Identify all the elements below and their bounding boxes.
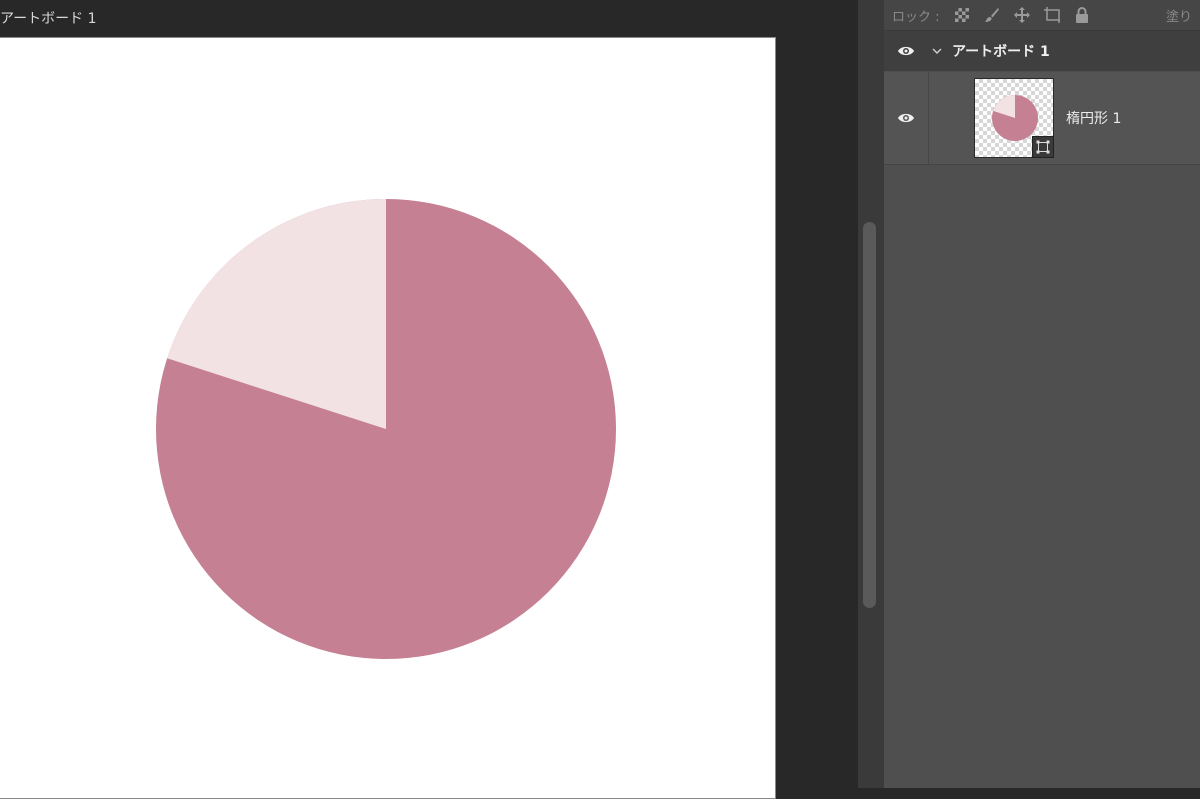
chevron-down-icon[interactable] — [932, 46, 942, 56]
ellipse-shape[interactable] — [0, 38, 775, 798]
lock-bar: ロック : 塗り — [884, 0, 1200, 31]
canvas-area[interactable]: アートボード 1 — [0, 0, 858, 799]
eye-icon[interactable] — [897, 45, 915, 57]
lock-transparent-pixels-icon[interactable] — [954, 7, 970, 23]
scrollbar-thumb[interactable] — [863, 222, 876, 608]
fill-label: 塗り — [1165, 10, 1192, 25]
lock-label: ロック : — [892, 9, 940, 25]
visibility-toggle[interactable] — [884, 45, 928, 57]
artboard-title[interactable]: アートボード 1 — [0, 8, 97, 28]
vertical-scrollbar[interactable] — [858, 0, 884, 788]
layers-panel: ロック : 塗り アートボード 1 楕円形 1 — [884, 0, 1200, 788]
artboard[interactable] — [0, 37, 776, 799]
eye-icon[interactable] — [897, 112, 915, 124]
layer-group-row[interactable]: アートボード 1 — [884, 31, 1200, 71]
visibility-toggle[interactable] — [884, 72, 929, 164]
shape-layer-icon — [1032, 136, 1054, 158]
lock-image-pixels-icon[interactable] — [984, 7, 1000, 23]
artboard-autonest-icon[interactable] — [1043, 7, 1060, 23]
lock-all-icon[interactable] — [1074, 7, 1090, 23]
lock-position-icon[interactable] — [1013, 7, 1030, 23]
layer-name[interactable]: 楕円形 1 — [1066, 108, 1121, 128]
group-name: アートボード 1 — [952, 44, 1050, 60]
layer-row[interactable]: 楕円形 1 — [884, 72, 1200, 165]
